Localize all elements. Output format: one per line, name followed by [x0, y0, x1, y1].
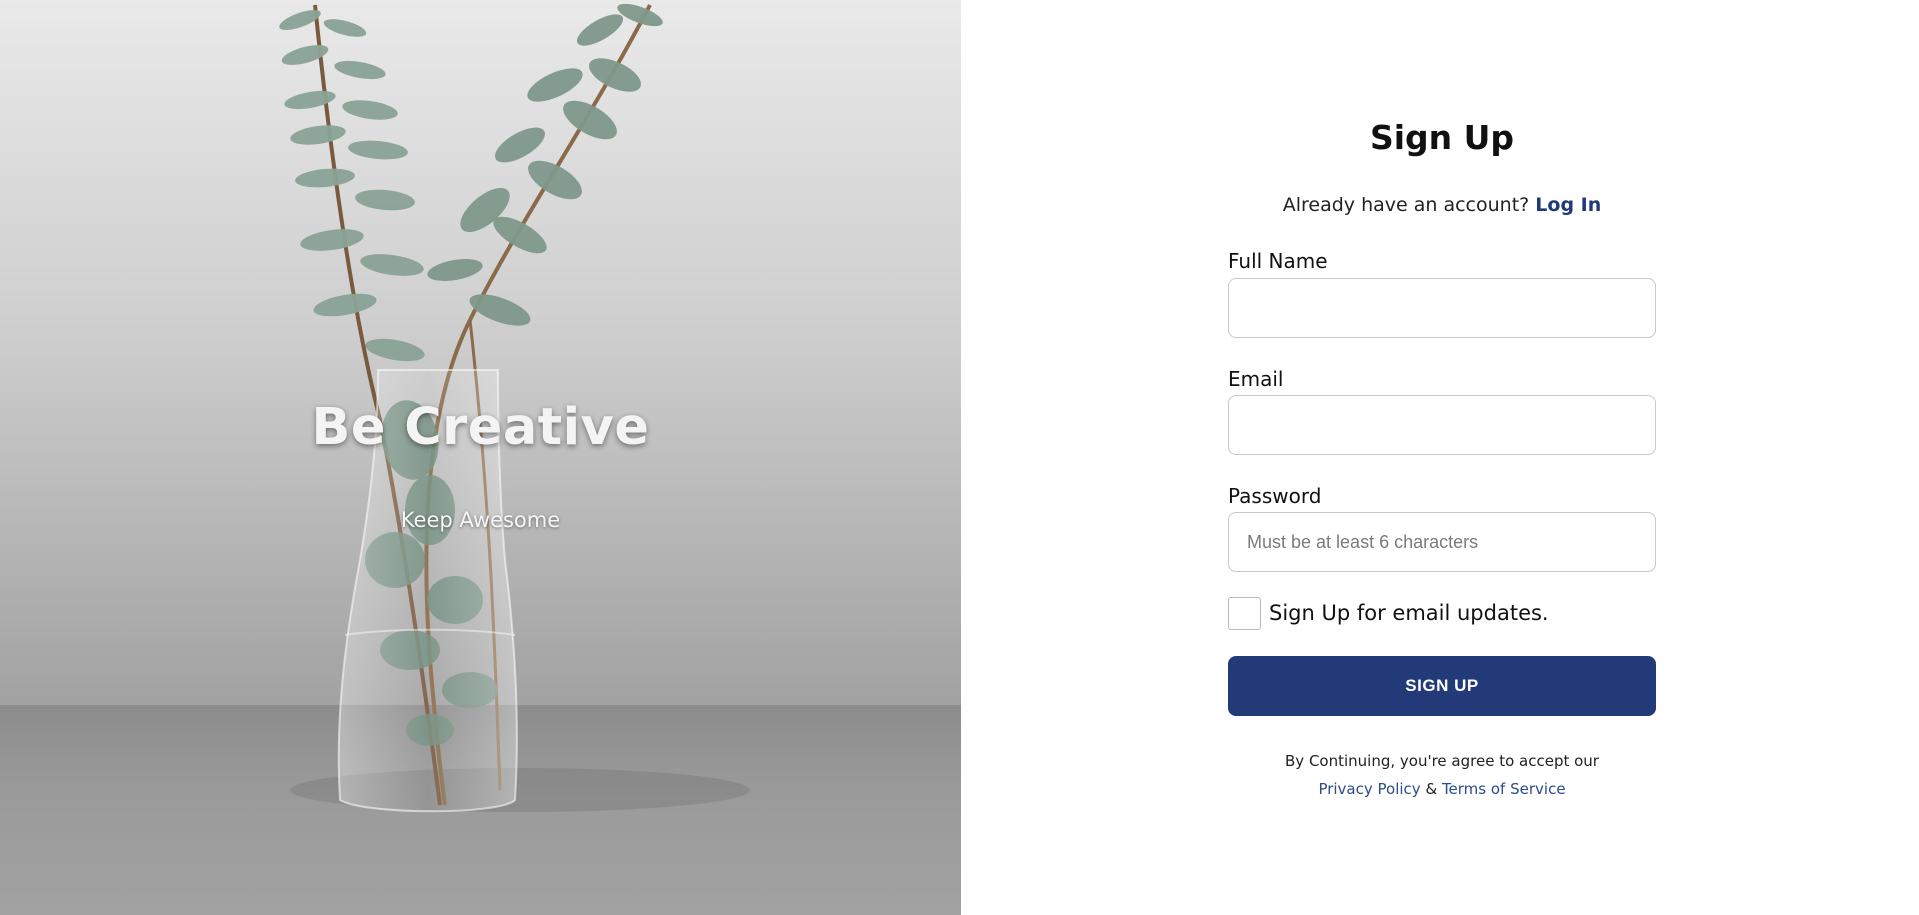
login-prompt-text: Already have an account?: [1282, 194, 1530, 216]
hero-title: Be Creative: [311, 398, 650, 457]
sign-up-button[interactable]: SIGN UP: [1228, 656, 1656, 716]
email-updates-label: Sign Up for email updates.: [1269, 601, 1549, 625]
terms-links: Privacy Policy & Terms of Service: [1228, 775, 1656, 803]
password-label: Password: [1228, 484, 1322, 508]
terms-of-service-link[interactable]: Terms of Service: [1442, 780, 1566, 798]
privacy-policy-link[interactable]: Privacy Policy: [1318, 780, 1420, 798]
page-title: Sign Up: [1369, 118, 1515, 157]
password-input[interactable]: [1228, 512, 1656, 572]
email-updates-checkbox[interactable]: [1228, 597, 1261, 630]
hero-panel: Be Creative Keep Awesome: [0, 0, 961, 915]
hero-subtitle: Keep Awesome: [400, 508, 561, 532]
full-name-input[interactable]: [1228, 278, 1656, 338]
full-name-label: Full Name: [1228, 249, 1328, 273]
login-link[interactable]: Log In: [1535, 194, 1601, 216]
eucalyptus-vase-image: [279, 3, 750, 813]
email-input[interactable]: [1228, 395, 1656, 455]
terms-text: By Continuing, you're agree to accept ou…: [1285, 752, 1599, 770]
login-prompt: Already have an account? Log In: [1228, 194, 1656, 216]
email-label: Email: [1228, 367, 1284, 391]
terms-notice: By Continuing, you're agree to accept ou…: [1228, 747, 1656, 803]
terms-separator: &: [1425, 780, 1438, 798]
